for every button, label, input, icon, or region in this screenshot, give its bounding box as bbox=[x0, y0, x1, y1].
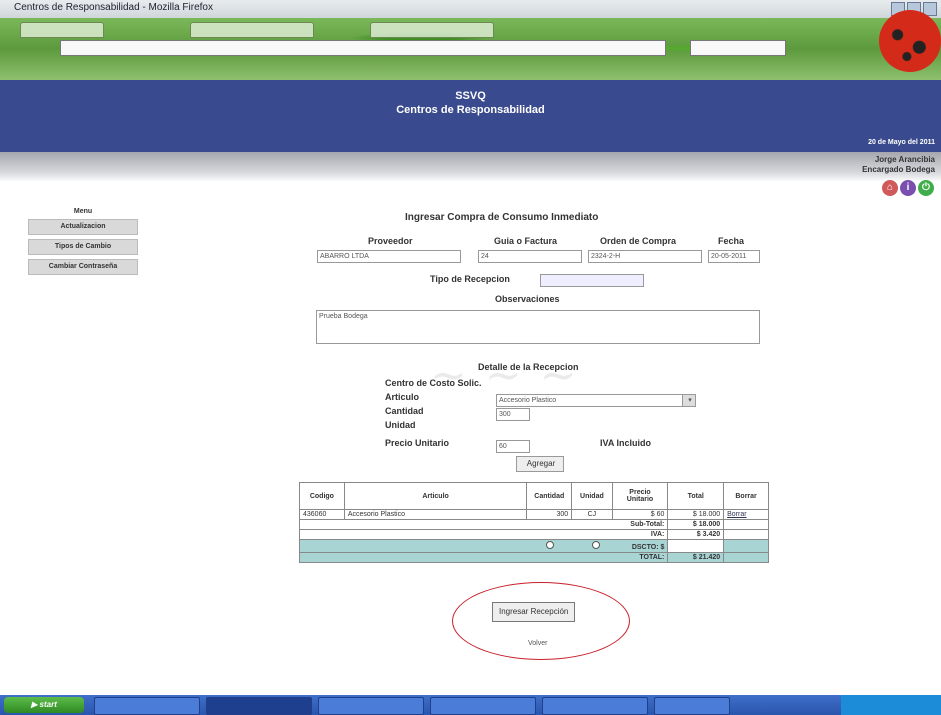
info-icon[interactable]: i bbox=[900, 180, 916, 196]
table-header-row: Codigo Articulo Cantidad Unidad Precio U… bbox=[299, 482, 769, 510]
column-header: Total bbox=[667, 482, 725, 510]
browser-toolbar bbox=[0, 10, 941, 80]
subtotal-value: $ 18.000 bbox=[667, 519, 725, 530]
side-menu: Menu Actualizacion Tipos de Cambio Cambi… bbox=[28, 208, 138, 279]
menu-title: Menu bbox=[73, 208, 93, 215]
home-icon[interactable]: ⌂ bbox=[882, 180, 898, 196]
precio-label: Precio Unitario bbox=[385, 438, 450, 448]
taskbar: ▶ start bbox=[0, 695, 941, 715]
dscto-input[interactable] bbox=[667, 539, 725, 553]
search-input[interactable] bbox=[690, 40, 786, 56]
tipo-recepcion-label: Tipo de Recepcion bbox=[430, 274, 510, 284]
user-name: Jorge Arancibia bbox=[874, 155, 935, 164]
cell-articulo: Accesorio Plastico bbox=[343, 509, 528, 520]
precio-field[interactable]: 60 bbox=[496, 440, 530, 453]
cell-total: $ 18.000 bbox=[667, 509, 725, 520]
iva-label: IVA: bbox=[298, 529, 669, 540]
browser-tab[interactable] bbox=[370, 22, 494, 38]
taskbar-item[interactable] bbox=[94, 697, 200, 715]
unidad-label: Unidad bbox=[385, 420, 416, 430]
agregar-button[interactable]: Agregar bbox=[516, 456, 564, 472]
app-name: SSVQ bbox=[455, 90, 486, 102]
chevron-down-icon[interactable]: ▾ bbox=[682, 394, 696, 407]
ladybug-theme-icon bbox=[879, 10, 941, 72]
cantidad-field[interactable]: 300 bbox=[496, 408, 530, 421]
menu-item-tipos-cambio[interactable]: Tipos de Cambio bbox=[28, 239, 138, 255]
background-watermark: ~ ~ ~ bbox=[430, 350, 579, 401]
orden-label: Orden de Compra bbox=[600, 236, 677, 246]
column-header: Articulo bbox=[343, 482, 528, 510]
table-row: 436060 Accesorio Plastico 300 CJ $ 60 $ … bbox=[299, 509, 769, 520]
iva-incluido-label: IVA Incluido bbox=[600, 438, 651, 448]
subtotal-row: Sub-Total: $ 18.000 bbox=[298, 519, 769, 530]
menu-item-cambiar-contrasena[interactable]: Cambiar Contraseña bbox=[28, 259, 138, 275]
proveedor-field[interactable]: ABARRO LTDA bbox=[317, 250, 461, 263]
articulo-label: Articulo bbox=[385, 392, 420, 402]
dscto-row: DSCTO: $ bbox=[298, 539, 769, 553]
taskbar-item[interactable] bbox=[654, 697, 730, 715]
volver-link[interactable]: Volver bbox=[528, 640, 547, 647]
column-header: Borrar bbox=[723, 482, 769, 510]
fecha-label: Fecha bbox=[718, 236, 745, 246]
start-button[interactable]: ▶ start bbox=[4, 697, 84, 713]
radio-option-2[interactable] bbox=[591, 541, 600, 549]
proveedor-label: Proveedor bbox=[368, 236, 413, 246]
browser-tab[interactable] bbox=[190, 22, 314, 38]
taskbar-item[interactable] bbox=[206, 697, 312, 715]
radio-option-1[interactable] bbox=[545, 541, 554, 549]
tipo-recepcion-select[interactable] bbox=[540, 274, 644, 287]
form-title: Ingresar Compra de Consumo Inmediato bbox=[405, 212, 599, 223]
cell-codigo: 436060 bbox=[299, 509, 345, 520]
column-header: Unidad bbox=[571, 482, 613, 510]
browser-tab[interactable] bbox=[20, 22, 104, 38]
total-row: TOTAL: $ 21.420 bbox=[298, 552, 769, 563]
column-header: Precio Unitario bbox=[611, 482, 669, 510]
menu-item-actualizacion[interactable]: Actualizacion bbox=[28, 219, 138, 235]
guia-label: Guia o Factura bbox=[494, 236, 558, 246]
taskbar-item[interactable] bbox=[542, 697, 648, 715]
column-header: Cantidad bbox=[526, 482, 573, 510]
cell-unidad: CJ bbox=[571, 509, 613, 520]
cell-cantidad: 300 bbox=[526, 509, 573, 520]
highlight-ellipse bbox=[452, 582, 630, 660]
total-value: $ 21.420 bbox=[667, 552, 725, 563]
observaciones-label: Observaciones bbox=[495, 294, 560, 304]
fecha-field[interactable]: 20-05-2011 bbox=[708, 250, 760, 263]
page-header: SSVQ Centros de Responsabilidad 20 de Ma… bbox=[0, 80, 941, 152]
iva-value: $ 3.420 bbox=[667, 529, 725, 540]
window-title-bar: Centros de Responsabilidad - Mozilla Fir… bbox=[0, 0, 941, 19]
page-subtitle: Centros de Responsabilidad bbox=[396, 104, 545, 116]
system-tray[interactable] bbox=[841, 695, 941, 715]
power-icon[interactable]: ⏻ bbox=[918, 180, 934, 196]
detail-table: Codigo Articulo Cantidad Unidad Precio U… bbox=[298, 482, 769, 563]
user-info: Jorge Arancibia Encargado Bodega bbox=[862, 155, 935, 175]
guia-field[interactable]: 24 bbox=[478, 250, 582, 263]
total-label: TOTAL: bbox=[298, 552, 669, 563]
orden-field[interactable]: 2324-2-H bbox=[588, 250, 702, 263]
observaciones-textarea[interactable]: Prueba Bodega bbox=[316, 310, 760, 344]
taskbar-item[interactable] bbox=[318, 697, 424, 715]
taskbar-item[interactable] bbox=[430, 697, 536, 715]
borrar-link[interactable]: Borrar bbox=[723, 509, 769, 520]
user-role: Encargado Bodega bbox=[862, 165, 935, 174]
window-title: Centros de Responsabilidad - Mozilla Fir… bbox=[14, 2, 213, 13]
subtotal-label: Sub-Total: bbox=[298, 519, 669, 530]
address-bar[interactable] bbox=[60, 40, 666, 56]
cantidad-label: Cantidad bbox=[385, 406, 424, 416]
cell-precio: $ 60 bbox=[611, 509, 669, 520]
dscto-label: DSCTO: $ bbox=[631, 544, 665, 551]
header-gradient-bar bbox=[0, 152, 941, 182]
column-header: Codigo bbox=[299, 482, 345, 510]
iva-row: IVA: $ 3.420 bbox=[298, 529, 769, 540]
dscto-cell: DSCTO: $ bbox=[298, 539, 669, 553]
header-date: 20 de Mayo del 2011 bbox=[868, 139, 935, 146]
